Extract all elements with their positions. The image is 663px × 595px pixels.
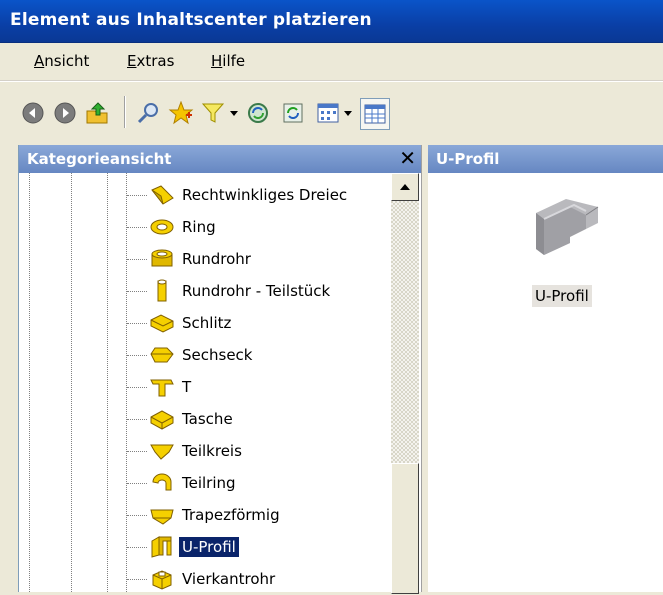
- view-dropdown-arrow-icon[interactable]: [342, 102, 354, 124]
- tree-guide-line: [107, 173, 108, 592]
- wedge-shape-icon: [149, 183, 175, 207]
- menu-hilfe[interactable]: Hilfe: [211, 52, 245, 70]
- back-icon[interactable]: [22, 102, 44, 124]
- content-pane-title: U-Profil: [436, 150, 500, 168]
- tree-item-rundrohr[interactable]: Rundrohr: [127, 243, 254, 275]
- filter-icon[interactable]: [200, 102, 226, 124]
- partial-ring-shape-icon: [149, 471, 175, 495]
- vertical-scrollbar[interactable]: [391, 173, 419, 594]
- u-profile-3d-icon[interactable]: [526, 193, 606, 275]
- search-icon[interactable]: [136, 102, 162, 124]
- update-icon[interactable]: [282, 102, 304, 124]
- tree-item-trapezfoermig[interactable]: Trapezförmig: [127, 499, 283, 531]
- toolbar: [0, 81, 663, 144]
- content-pane: U-Profil U-Profil: [428, 145, 663, 592]
- trapezoid-shape-icon: [149, 503, 175, 527]
- menu-extras[interactable]: Extras: [127, 52, 174, 70]
- scroll-up-button[interactable]: [391, 173, 419, 201]
- tube-shape-icon: [149, 247, 175, 271]
- tree-item-rundrohr-teilstueck[interactable]: Rundrohr - Teilstück: [127, 275, 333, 307]
- tree-item-u-profil[interactable]: U-Profil: [127, 531, 240, 563]
- scrollbar-thumb[interactable]: [391, 463, 419, 594]
- tree-item-teilkreis[interactable]: Teilkreis: [127, 435, 245, 467]
- tree-item-teilring[interactable]: Teilring: [127, 467, 239, 499]
- tree-guide-line: [29, 173, 30, 592]
- tree-item-tasche[interactable]: Tasche: [127, 403, 236, 435]
- table-view-icon[interactable]: [360, 98, 390, 130]
- partial-circle-shape-icon: [149, 439, 175, 463]
- square-tube-shape-icon: [149, 567, 175, 591]
- view-options-icon[interactable]: [316, 102, 340, 124]
- window-titlebar[interactable]: Element aus Inhaltscenter platzieren: [0, 0, 663, 43]
- t-profile-shape-icon: [149, 375, 175, 399]
- close-icon[interactable]: ✕: [399, 146, 416, 170]
- u-profile-shape-icon: [149, 535, 175, 559]
- category-pane-header: Kategorieansicht ✕: [19, 145, 422, 173]
- pocket-shape-icon: [149, 407, 175, 431]
- slot-shape-icon: [149, 311, 175, 335]
- up-folder-icon[interactable]: [84, 102, 110, 124]
- tree-item-vierkantrohr[interactable]: Vierkantrohr: [127, 563, 278, 595]
- dropdown-arrow-icon[interactable]: [228, 102, 240, 124]
- tube-segment-shape-icon: [149, 279, 175, 303]
- category-pane: Kategorieansicht ✕ Rechtwinkliges Dreiec…: [18, 145, 422, 595]
- hexagon-shape-icon: [149, 343, 175, 367]
- ring-shape-icon: [149, 215, 175, 239]
- category-pane-title: Kategorieansicht: [27, 150, 172, 168]
- forward-icon[interactable]: [54, 102, 76, 124]
- favorites-star-icon[interactable]: [168, 101, 194, 125]
- tree-item-t[interactable]: T: [127, 371, 194, 403]
- tree-item-ring[interactable]: Ring: [127, 211, 219, 243]
- content-item-label[interactable]: U-Profil: [532, 285, 592, 307]
- menu-bar: Ansicht Extras Hilfe: [0, 43, 663, 81]
- content-pane-header: U-Profil: [428, 145, 663, 173]
- tree-guide-line: [71, 173, 72, 592]
- arrow-up-icon: [400, 184, 410, 190]
- tree-item-sechseck[interactable]: Sechseck: [127, 339, 255, 371]
- tree-item-schlitz[interactable]: Schlitz: [127, 307, 234, 339]
- window-title: Element aus Inhaltscenter platzieren: [10, 10, 372, 30]
- tree-item-rechtwinkliges-dreieck[interactable]: Rechtwinkliges Dreiec: [127, 179, 350, 211]
- menu-ansicht[interactable]: Ansicht: [34, 52, 89, 70]
- refresh-icon[interactable]: [246, 102, 270, 124]
